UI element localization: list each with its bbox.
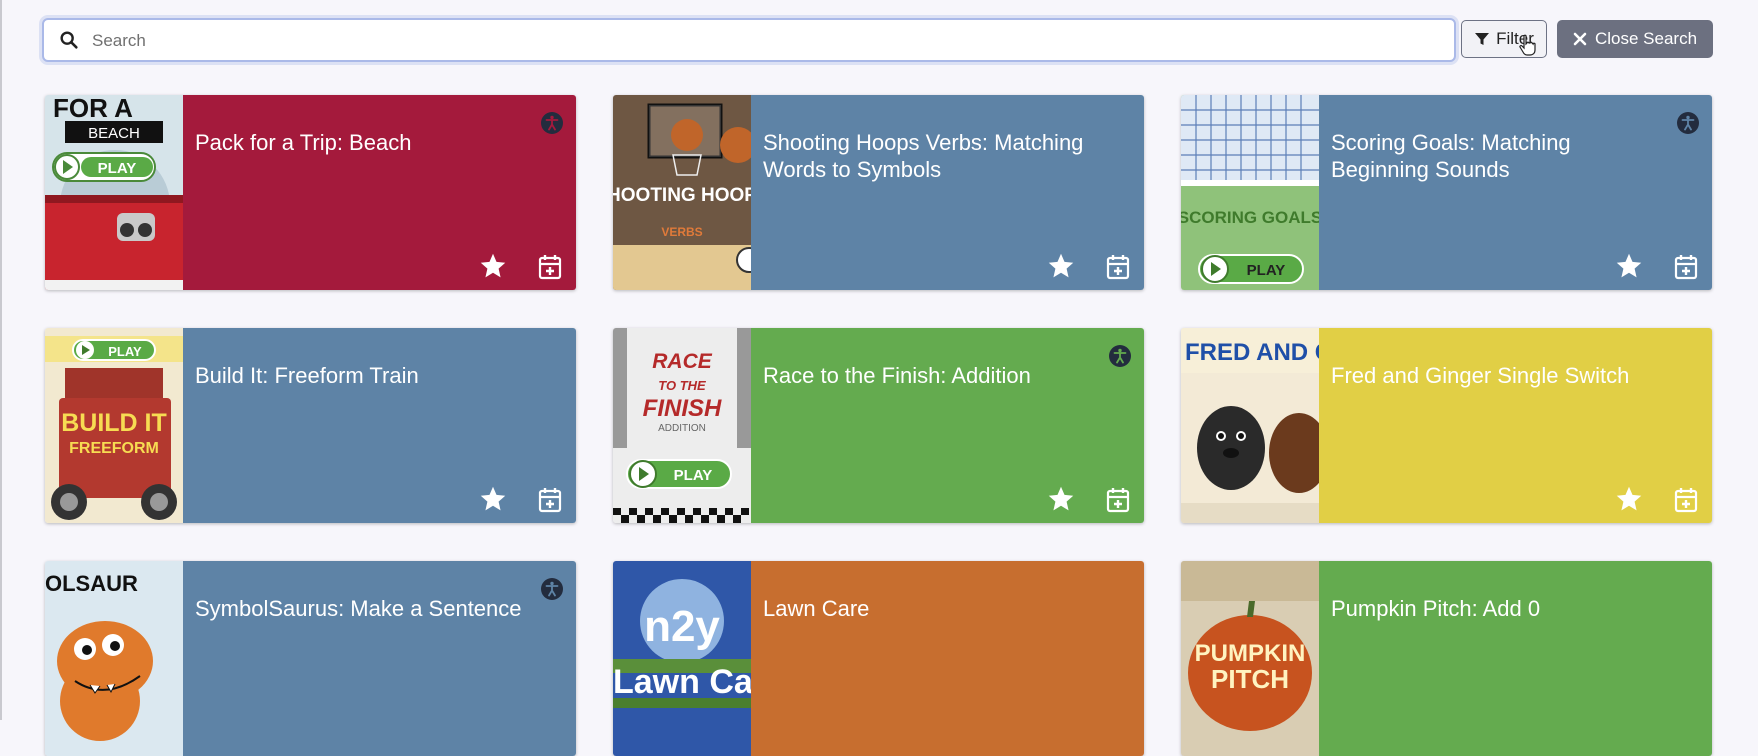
- card-title: Pack for a Trip: Beach: [195, 130, 412, 155]
- card-thumbnail[interactable]: FRED AND G: [1181, 328, 1319, 523]
- card-body: [183, 561, 576, 756]
- activity-card[interactable]: PLAY BUILD IT FREEFORM Build It: Freefor…: [45, 328, 576, 523]
- thumb-caption: FRED AND G: [1185, 339, 1319, 366]
- card-title: Lawn Care: [763, 596, 870, 621]
- filter-icon: [1475, 33, 1490, 45]
- accessibility-icon: [1677, 112, 1699, 134]
- card-title: Pumpkin Pitch: Add 0: [1331, 596, 1541, 621]
- card-title: Shooting Hoops Verbs: Matching Words to …: [763, 130, 1084, 182]
- card-body: [1319, 95, 1712, 290]
- activity-card[interactable]: OLSAUR SymbolSaurus: Make a Sentence: [45, 561, 576, 756]
- thumb-caption: SHOOTING HOOPS: [613, 185, 751, 206]
- card-title: Build It: Freeform Train: [195, 363, 419, 388]
- thumb-subcaption: VERBS: [661, 225, 702, 239]
- thumb-caption: BEACH: [88, 125, 140, 142]
- calendar-add-icon[interactable]: [1674, 254, 1698, 280]
- thumb-subcaption: FREEFORM: [69, 440, 159, 457]
- calendar-add-icon[interactable]: [538, 487, 562, 513]
- thumb-caption: BUILD IT: [61, 409, 167, 437]
- thumb-play-label: PLAY: [98, 160, 137, 177]
- activity-card[interactable]: FRED AND G Fred and Ginger Single Switch: [1181, 328, 1712, 523]
- card-thumbnail[interactable]: PUMPKIN PITCH: [1181, 561, 1319, 756]
- close-search-label: Close Search: [1594, 29, 1698, 48]
- hand-cursor-icon: [1519, 34, 1536, 56]
- card-thumbnail[interactable]: OLSAUR: [45, 561, 183, 756]
- card-title: Race to the Finish: Addition: [763, 363, 1031, 388]
- card-body: [751, 328, 1144, 523]
- card-body: [1319, 328, 1712, 523]
- accessibility-icon: [1109, 345, 1131, 367]
- close-search-button[interactable]: Close Search: [1557, 20, 1713, 58]
- activity-card[interactable]: SHOOTING HOOPS VERBS Shooting Hoops Verb…: [613, 95, 1144, 290]
- thumb-subcaption: PITCH: [1211, 664, 1289, 694]
- activity-card[interactable]: n2y Lawn Car Lawn Care: [613, 561, 1144, 756]
- favorite-star-icon[interactable]: [479, 485, 507, 513]
- thumb-caption: OLSAUR: [45, 571, 138, 596]
- calendar-add-icon[interactable]: [538, 254, 562, 280]
- card-body: [751, 561, 1144, 756]
- card-title: Scoring Goals: Matching Beginning Sounds: [1331, 130, 1571, 182]
- favorite-star-icon[interactable]: [1615, 485, 1643, 513]
- search-bar: [42, 18, 1456, 62]
- close-icon: [1573, 32, 1587, 46]
- search-icon: [60, 31, 78, 49]
- calendar-add-icon[interactable]: [1106, 487, 1130, 513]
- accessibility-icon: [541, 578, 563, 600]
- card-thumbnail[interactable]: SHOOTING HOOPS VERBS: [613, 95, 751, 290]
- card-thumbnail[interactable]: RACE TO THE FINISH ADDITION PLAY: [613, 328, 751, 523]
- accessibility-icon: [541, 112, 563, 134]
- activity-card[interactable]: FOR A BEACH PLAY Pack for a Trip: Beach: [45, 95, 576, 290]
- thumb-play-label: PLAY: [674, 467, 713, 484]
- card-thumbnail[interactable]: n2y Lawn Car: [613, 561, 751, 756]
- svg-text:FINISH: FINISH: [643, 395, 722, 422]
- favorite-star-icon[interactable]: [479, 252, 507, 280]
- thumb-subcaption: Lawn Car: [613, 663, 751, 701]
- calendar-add-icon[interactable]: [1674, 487, 1698, 513]
- search-box[interactable]: [42, 18, 1456, 62]
- svg-text:RACE: RACE: [652, 350, 712, 373]
- thumb-caption: SCORING GOALS: [1181, 208, 1319, 227]
- card-thumbnail[interactable]: PLAY BUILD IT FREEFORM: [45, 328, 183, 523]
- thumb-caption: PUMPKIN: [1195, 640, 1306, 667]
- card-body: [183, 328, 576, 523]
- card-body: [1319, 561, 1712, 756]
- svg-text:ADDITION: ADDITION: [658, 423, 706, 434]
- favorite-star-icon[interactable]: [1047, 485, 1075, 513]
- activity-card[interactable]: RACE TO THE FINISH ADDITION PLAY Race to…: [613, 328, 1144, 523]
- svg-text:TO THE: TO THE: [658, 378, 706, 393]
- svg-text:PLAY: PLAY: [108, 344, 142, 359]
- card-title: SymbolSaurus: Make a Sentence: [195, 596, 522, 621]
- card-thumbnail[interactable]: FOR A BEACH PLAY: [45, 95, 183, 290]
- card-body: [183, 95, 576, 290]
- favorite-star-icon[interactable]: [1047, 252, 1075, 280]
- activity-card[interactable]: SCORING GOALS PLAY Scoring Goals: Matchi…: [1181, 95, 1712, 290]
- thumb-caption: n2y: [644, 602, 720, 651]
- thumb-play-label: PLAY: [1247, 262, 1286, 279]
- card-body: [751, 95, 1144, 290]
- page-left-border: [0, 0, 2, 720]
- svg-text:FOR A: FOR A: [53, 95, 133, 123]
- activity-card[interactable]: PUMPKIN PITCH Pumpkin Pitch: Add 0: [1181, 561, 1712, 756]
- favorite-star-icon[interactable]: [1615, 252, 1643, 280]
- card-thumbnail[interactable]: SCORING GOALS PLAY: [1181, 95, 1319, 290]
- card-title: Fred and Ginger Single Switch: [1331, 363, 1630, 388]
- search-input[interactable]: [90, 27, 1434, 55]
- calendar-add-icon[interactable]: [1106, 254, 1130, 280]
